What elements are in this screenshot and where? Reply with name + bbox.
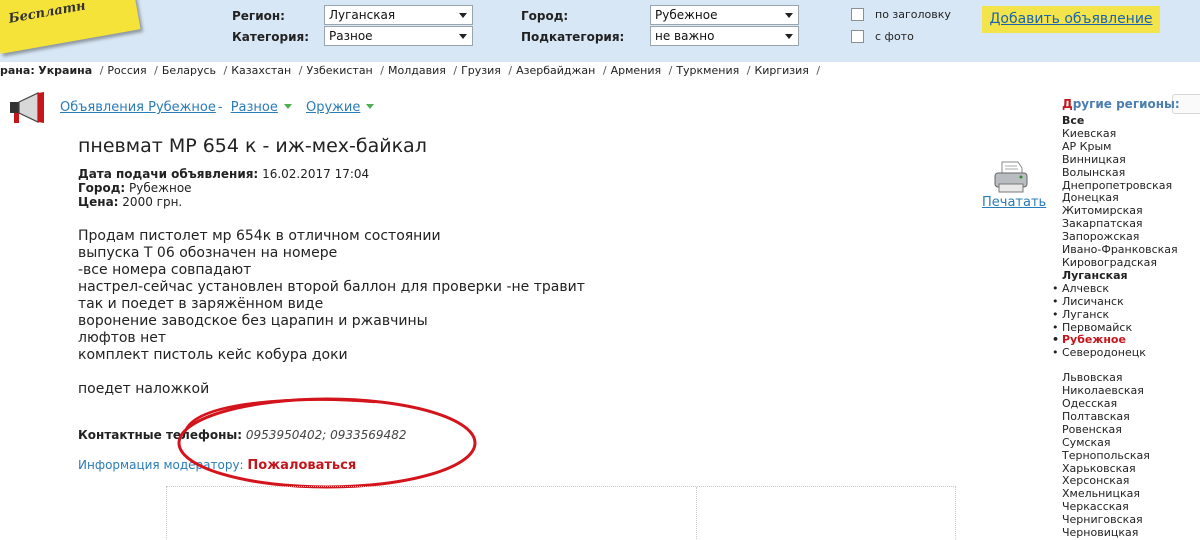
- country-link[interactable]: Россия: [107, 64, 146, 77]
- date-value: 16.02.2017 17:04: [262, 167, 370, 181]
- region-item[interactable]: Одесская: [1062, 397, 1200, 411]
- chevron-down-icon[interactable]: [366, 104, 375, 109]
- price-label: Цена:: [78, 195, 119, 209]
- country-link[interactable]: Беларусь: [162, 64, 216, 77]
- sidebar-title: Другие регионы:: [1062, 97, 1180, 111]
- region-item[interactable]: Черновицкая: [1062, 526, 1200, 540]
- subcategory-select[interactable]: не важно: [650, 26, 799, 46]
- description-line: комплект пистоль кейс кобура доки: [78, 347, 348, 363]
- city-select-value: Рубежное: [655, 8, 718, 22]
- country-link[interactable]: Молдавия: [388, 64, 446, 77]
- phones-label: Контактные телефоны:: [78, 428, 243, 442]
- chevron-down-icon: [459, 13, 467, 18]
- with-photo-checkbox[interactable]: [851, 30, 864, 43]
- country-link[interactable]: Армения: [611, 64, 662, 77]
- description-line: выпуска Т 06 обозначен на номере: [78, 245, 338, 261]
- region-label: Регион:: [232, 9, 285, 23]
- description-line: -все номера совпадают: [78, 262, 252, 278]
- city-item[interactable]: Лисичанск: [1052, 295, 1200, 309]
- chevron-down-icon: [785, 13, 793, 18]
- phones-value: 0953950402; 0933569482: [245, 428, 407, 442]
- ad-city-label: Город:: [78, 181, 126, 195]
- region-item[interactable]: Ровенская: [1062, 423, 1200, 437]
- country-link[interactable]: Казахстан: [231, 64, 291, 77]
- country-link[interactable]: Азербайджан: [516, 64, 595, 77]
- region-item[interactable]: Волынская: [1062, 166, 1200, 180]
- country-nav: рана: Украина / Россия / Беларусь / Казахст…: [0, 64, 821, 77]
- category-select[interactable]: Разное: [324, 26, 473, 46]
- country-link[interactable]: Киргизия: [754, 64, 808, 77]
- print-link[interactable]: Печатать: [982, 195, 1046, 210]
- subcategory-label: Подкатегория:: [521, 30, 625, 44]
- city-item[interactable]: Луганск: [1052, 308, 1200, 322]
- breadcrumb: Объявления Рубежное - Разное Оружие: [60, 100, 384, 115]
- region-item[interactable]: Киевская: [1062, 127, 1200, 141]
- site-logo-text: Бесплатн: [7, 0, 87, 27]
- complain-link[interactable]: Пожаловаться: [247, 458, 356, 473]
- ad-meta: Дата подачи объявления: 16.02.2017 17:04…: [78, 167, 369, 209]
- description-line: воронение заводское без царапин и ржавчи…: [78, 313, 428, 329]
- megaphone-icon: [10, 92, 44, 123]
- region-select-value: Луганская: [329, 8, 396, 22]
- category-label: Категория:: [232, 30, 310, 44]
- description-line: [78, 364, 585, 381]
- ad-description: Продам пистолет мр 654к в отличном состо…: [78, 228, 585, 398]
- city-label: Город:: [521, 9, 569, 23]
- country-link[interactable]: Узбекистан: [306, 64, 372, 77]
- chevron-down-icon: [459, 34, 467, 39]
- regions-list: Все Киевская АР Крым Винницкая Волынская…: [1052, 114, 1200, 540]
- region-item[interactable]: Кировоградская: [1062, 256, 1200, 270]
- region-select[interactable]: Луганская: [324, 5, 473, 25]
- city-item[interactable]: Северодонецк: [1052, 346, 1200, 360]
- by-title-checkbox[interactable]: [851, 8, 864, 21]
- printer-icon[interactable]: [993, 160, 1029, 194]
- region-item[interactable]: Винницкая: [1062, 153, 1200, 167]
- subcategory-select-value: не важно: [655, 29, 715, 43]
- breadcrumb-category-link[interactable]: Разное: [231, 100, 278, 115]
- country-link[interactable]: Туркмения: [676, 64, 739, 77]
- city-select[interactable]: Рубежное: [650, 5, 799, 25]
- by-title-label: по заголовку: [875, 8, 951, 21]
- country-link[interactable]: Грузия: [461, 64, 501, 77]
- chevron-down-icon: [785, 34, 793, 39]
- breadcrumb-subcategory-link[interactable]: Оружие: [306, 100, 360, 115]
- top-filter-bar: Бесплатн Регион: Луганская Категория: Ра…: [0, 0, 1200, 62]
- description-line: настрел-сейчас установлен второй баллон …: [78, 279, 585, 295]
- site-logo[interactable]: Бесплатн: [0, 0, 141, 54]
- region-item[interactable]: Тернопольская: [1062, 449, 1200, 463]
- region-item[interactable]: Все: [1062, 114, 1200, 128]
- contact-phones: Контактные телефоны: 0953950402; 0933569…: [78, 428, 406, 442]
- moderator-info: Информация модератору: Пожаловаться: [78, 458, 356, 473]
- city-item[interactable]: Алчевск: [1052, 282, 1200, 296]
- breadcrumb-ads-link[interactable]: Объявления Рубежное: [60, 100, 216, 115]
- regions-sidebar: Другие регионы: Все Киевская АР Крым Вин…: [1052, 97, 1200, 540]
- region-item[interactable]: Сумская: [1062, 436, 1200, 450]
- description-line: так и поедет в заряжённом виде: [78, 296, 324, 312]
- region-item[interactable]: Полтавская: [1062, 410, 1200, 424]
- chevron-down-icon[interactable]: [283, 104, 292, 109]
- with-photo-label: с фото: [875, 30, 914, 43]
- region-item-current[interactable]: Луганская: [1062, 269, 1200, 283]
- region-item[interactable]: АР Крым: [1062, 140, 1200, 154]
- annotation-ellipse: [177, 397, 477, 489]
- description-line: Продам пистолет мр 654к в отличном состо…: [78, 228, 441, 244]
- country-current: Украина: [38, 64, 93, 77]
- category-select-value: Разное: [329, 29, 373, 43]
- description-line: поедет наложкой: [78, 381, 210, 397]
- ad-title: пневмат МР 654 к - иж-мех-байкал: [78, 135, 427, 157]
- moderator-label: Информация модератору:: [78, 458, 244, 472]
- ad-placeholder-box: [166, 486, 956, 540]
- price-value: 2000 грн.: [122, 195, 183, 209]
- date-label: Дата подачи объявления:: [78, 167, 259, 181]
- description-line: люфтов нет: [78, 330, 167, 346]
- ad-city-value: Рубежное: [129, 181, 192, 195]
- add-listing-button[interactable]: Добавить объявление: [982, 6, 1160, 33]
- country-prefix: рана:: [0, 64, 35, 77]
